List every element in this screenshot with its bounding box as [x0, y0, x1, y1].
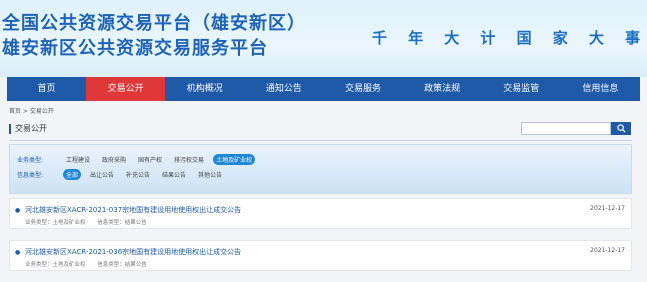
list-item: ● 河北雄安新区XACR-2021-036宗地国有建设用地使用权出让成交公告 2… — [9, 240, 632, 271]
slogan-char: 千 — [372, 29, 388, 47]
list-item-business-type: 业务类型：土地及矿业权 — [25, 262, 86, 268]
main-nav: 首页 交易公开 机构概况 通知公告 交易服务 政策法规 交易监管 信用信息 — [7, 77, 640, 101]
site-slogan: 千 年 大 计 国 家 大 事 — [372, 27, 640, 48]
list-item-info-type: 信息类型：结果公告 — [97, 220, 147, 226]
business-type-row: 业务类型: 工程建设 政府采购 国有产权 排污权交易 土地及矿业权 — [17, 154, 261, 165]
slogan-char: 大 — [588, 29, 604, 47]
section-title: 交易公开 — [9, 124, 47, 134]
filter-state-property[interactable]: 国有产权 — [135, 154, 165, 165]
list-item-business-type: 业务类型：土地及矿业权 — [25, 220, 86, 226]
site-header: 全国公共资源交易平台（雄安新区） 雄安新区公共资源交易服务平台 千 年 大 计 … — [0, 0, 647, 77]
info-type-label: 信息类型: — [17, 172, 44, 179]
nav-item-credit-info[interactable]: 信用信息 — [561, 77, 640, 101]
list-item: ● 河北雄安新区XACR-2021-037宗地国有建设用地使用权出让成交公告 2… — [9, 198, 632, 229]
filter-emission-rights[interactable]: 排污权交易 — [171, 154, 207, 165]
nav-item-trade-disclosure[interactable]: 交易公开 — [86, 77, 166, 101]
breadcrumb: 首页 > 交易公开 — [9, 108, 54, 115]
list-item-meta: 业务类型：土地及矿业权 信息类型：结果公告 — [25, 260, 147, 268]
site-title-line1: 全国公共资源交易平台（雄安新区） — [2, 13, 306, 34]
filter-all[interactable]: 全部 — [63, 169, 82, 180]
filter-result-notice[interactable]: 结果公告 — [159, 169, 189, 180]
nav-item-notices[interactable]: 通知公告 — [244, 77, 323, 101]
nav-item-policies[interactable]: 政策法规 — [403, 77, 482, 101]
slogan-char: 家 — [552, 29, 568, 47]
search-input[interactable] — [521, 122, 611, 135]
business-type-label: 业务类型: — [17, 157, 44, 164]
slogan-char: 计 — [480, 29, 496, 47]
list-item-meta: 业务类型：土地及矿业权 信息类型：结果公告 — [25, 218, 147, 226]
divider — [9, 140, 632, 141]
filter-engineering[interactable]: 工程建设 — [63, 154, 93, 165]
nav-item-org-overview[interactable]: 机构概况 — [165, 77, 244, 101]
bullet-icon: ● — [15, 249, 21, 256]
slogan-char: 事 — [624, 29, 640, 47]
search-button[interactable] — [611, 122, 631, 135]
slogan-char: 年 — [408, 29, 424, 47]
filter-other-notice[interactable]: 其他公告 — [195, 169, 225, 180]
list-item-info-type: 信息类型：结果公告 — [97, 262, 147, 268]
filter-panel: 业务类型: 工程建设 政府采购 国有产权 排污权交易 土地及矿业权 信息类型: … — [9, 144, 632, 194]
nav-item-trade-services[interactable]: 交易服务 — [324, 77, 403, 101]
nav-item-home[interactable]: 首页 — [7, 77, 86, 101]
info-type-row: 信息类型: 全部 出让公告 补充公告 结果公告 其他公告 — [17, 169, 231, 180]
bullet-icon: ● — [15, 207, 21, 214]
search-icon — [616, 124, 626, 133]
filter-land-mining[interactable]: 土地及矿业权 — [213, 154, 256, 165]
nav-item-supervision[interactable]: 交易监管 — [482, 77, 561, 101]
site-title-line2: 雄安新区公共资源交易服务平台 — [2, 38, 268, 59]
list-item-date: 2021-12-17 — [590, 247, 625, 254]
list-item-title[interactable]: 河北雄安新区XACR-2021-037宗地国有建设用地使用权出让成交公告 — [25, 205, 241, 215]
filter-supplement-notice[interactable]: 补充公告 — [123, 169, 153, 180]
filter-transfer-notice[interactable]: 出让公告 — [87, 169, 117, 180]
list-item-title[interactable]: 河北雄安新区XACR-2021-036宗地国有建设用地使用权出让成交公告 — [25, 247, 241, 257]
list-item-date: 2021-12-17 — [590, 205, 625, 212]
slogan-char: 国 — [516, 29, 532, 47]
filter-gov-procurement[interactable]: 政府采购 — [99, 154, 129, 165]
slogan-char: 大 — [444, 29, 460, 47]
